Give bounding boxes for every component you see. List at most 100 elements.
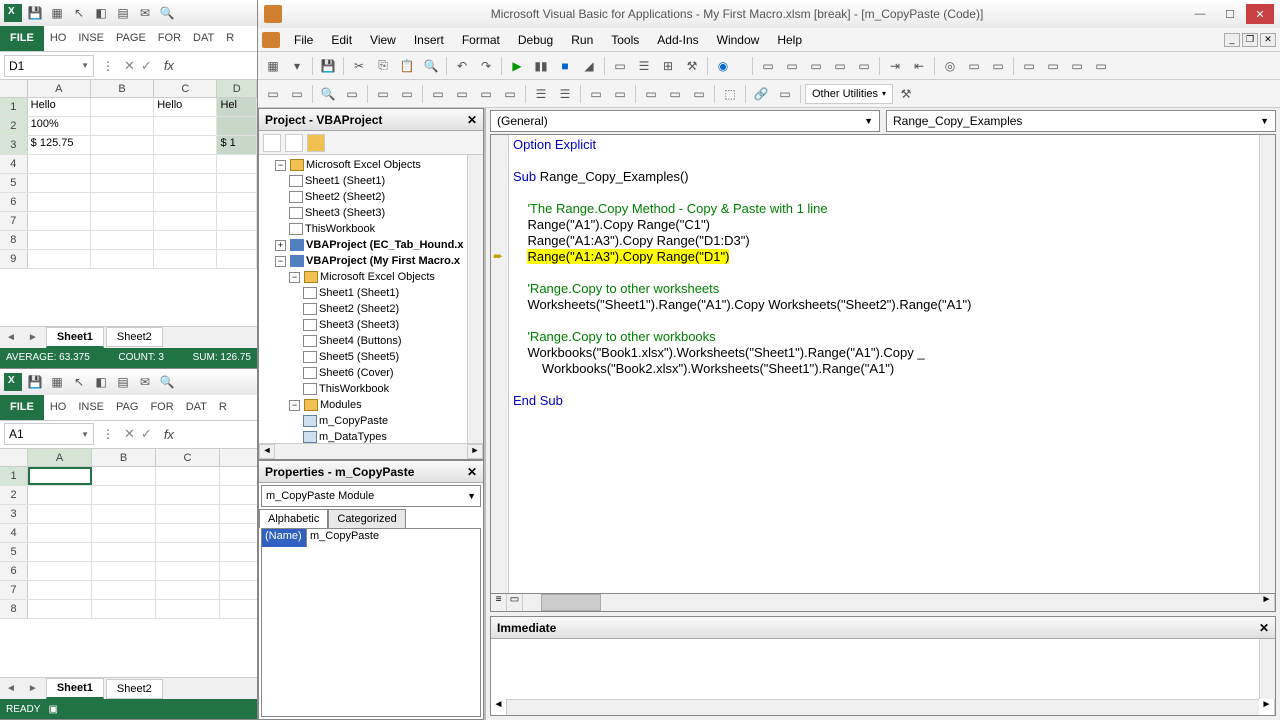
menu-file[interactable]: File <box>286 30 321 50</box>
cell[interactable]: $ 1 <box>217 136 257 154</box>
cursor-icon[interactable]: ↖ <box>70 373 88 391</box>
tool-icon[interactable]: 🔗 <box>750 83 772 105</box>
tool-icon[interactable]: ▭ <box>829 55 851 77</box>
tool-icon[interactable]: ▭ <box>1090 55 1112 77</box>
cell[interactable] <box>156 600 220 618</box>
cell[interactable] <box>28 155 91 173</box>
tool-icon[interactable]: ▭ <box>688 83 710 105</box>
cell[interactable] <box>28 543 92 561</box>
cell[interactable] <box>28 524 92 542</box>
chevron-down-icon[interactable]: ▼ <box>864 116 873 126</box>
tool-icon[interactable]: 🔍 <box>317 83 339 105</box>
sheet-tab-sheet2[interactable]: Sheet2 <box>106 679 163 699</box>
col-header-b[interactable]: B <box>91 80 154 97</box>
menu-run[interactable]: Run <box>563 30 601 50</box>
cell[interactable] <box>217 117 257 135</box>
chevron-down-icon[interactable]: ▼ <box>1260 116 1269 126</box>
cell[interactable] <box>92 524 156 542</box>
cell[interactable] <box>154 174 217 192</box>
view-code-icon[interactable] <box>263 134 281 152</box>
row-header[interactable]: 2 <box>0 486 28 504</box>
cell[interactable] <box>217 212 257 230</box>
chevron-down-icon[interactable]: ▼ <box>81 430 89 439</box>
sheet-nav-next[interactable]: ► <box>22 683 44 694</box>
cell[interactable] <box>91 212 154 230</box>
select-all-corner[interactable] <box>0 80 28 97</box>
menu-debug[interactable]: Debug <box>510 30 561 50</box>
col-header-a[interactable]: A <box>28 80 91 97</box>
tool-icon[interactable]: ▭ <box>585 83 607 105</box>
worksheet-grid[interactable]: A B C 12345678 <box>0 449 257 677</box>
ribbon-tab-formulas[interactable]: FOR <box>152 26 187 51</box>
tree-label[interactable]: Sheet3 (Sheet3) <box>305 205 385 221</box>
fx-icon[interactable]: fx <box>158 58 180 73</box>
help-icon[interactable]: ◉ <box>712 55 734 77</box>
cell[interactable] <box>91 136 154 154</box>
collapse-icon[interactable]: − <box>275 256 286 267</box>
horizontal-scrollbar[interactable] <box>523 594 1259 611</box>
other-utilities-dropdown[interactable]: Other Utilities ▾ <box>805 84 893 104</box>
tree-label[interactable]: Sheet5 (Sheet5) <box>319 349 399 365</box>
cell[interactable]: $ 125.75 <box>28 136 91 154</box>
cell[interactable] <box>154 136 217 154</box>
cell[interactable] <box>154 250 217 268</box>
row-header[interactable]: 1 <box>0 98 28 116</box>
tool-icon[interactable]: ⚒ <box>895 83 917 105</box>
table-icon[interactable]: ▤ <box>114 373 132 391</box>
tree-label[interactable]: Sheet6 (Cover) <box>319 365 394 381</box>
toolbox-icon[interactable]: ⚒ <box>681 55 703 77</box>
cell[interactable] <box>156 505 220 523</box>
row-header[interactable]: 3 <box>0 505 28 523</box>
tree-label[interactable]: Modules <box>320 397 362 413</box>
cell[interactable] <box>217 193 257 211</box>
close-icon[interactable]: ✕ <box>467 113 477 127</box>
tool-icon[interactable]: ▭ <box>499 83 521 105</box>
immediate-input[interactable] <box>491 639 1259 699</box>
cell[interactable] <box>91 250 154 268</box>
tree-label[interactable]: ThisWorkbook <box>305 221 375 237</box>
worksheet-grid[interactable]: A B C D 1HelloHelloHel2100%3$ 125.75$ 14… <box>0 80 257 326</box>
tree-label[interactable]: VBAProject (My First Macro.x <box>306 253 460 269</box>
list-icon[interactable]: ☰ <box>554 83 576 105</box>
menu-view[interactable]: View <box>362 30 404 50</box>
toggle-folders-icon[interactable] <box>307 134 325 152</box>
tool-icon[interactable]: ▭ <box>805 55 827 77</box>
sheet-nav-prev[interactable]: ◄ <box>0 683 22 694</box>
tool-icon[interactable]: ▭ <box>451 83 473 105</box>
cancel-icon[interactable]: ✕ <box>124 426 135 442</box>
sheet-nav-next[interactable]: ► <box>22 332 44 343</box>
cell[interactable] <box>28 250 91 268</box>
collapse-icon[interactable]: − <box>289 272 300 283</box>
cell[interactable] <box>154 193 217 211</box>
shape-icon[interactable]: ◧ <box>92 4 110 22</box>
row-header[interactable]: 4 <box>0 155 28 173</box>
menu-edit[interactable]: Edit <box>323 30 360 50</box>
sheet-tab-sheet2[interactable]: Sheet2 <box>106 327 163 347</box>
sheet-tab-sheet1[interactable]: Sheet1 <box>46 327 104 348</box>
tool-icon[interactable]: ▭ <box>475 83 497 105</box>
cell[interactable] <box>91 155 154 173</box>
enter-icon[interactable]: ✓ <box>141 58 152 74</box>
redo-icon[interactable]: ↷ <box>475 55 497 77</box>
insert-icon[interactable]: ▾ <box>286 55 308 77</box>
menu-format[interactable]: Format <box>454 30 508 50</box>
reset-icon[interactable]: ■ <box>554 55 576 77</box>
fx-icon[interactable]: fx <box>158 427 180 442</box>
row-header[interactable]: 8 <box>0 231 28 249</box>
tool-icon[interactable]: ▭ <box>640 83 662 105</box>
cell[interactable] <box>156 581 220 599</box>
enter-icon[interactable]: ✓ <box>141 426 152 442</box>
paste-icon[interactable]: 📋 <box>396 55 418 77</box>
cell[interactable] <box>217 174 257 192</box>
tool-icon[interactable]: ▭ <box>262 83 284 105</box>
ribbon-tab-formulas[interactable]: FOR <box>144 395 179 420</box>
cell[interactable]: 100% <box>28 117 91 135</box>
object-combo[interactable]: m_CopyPaste Module▼ <box>261 485 481 507</box>
tool-icon[interactable]: ▭ <box>963 55 985 77</box>
chevron-down-icon[interactable]: ▼ <box>467 491 476 501</box>
project-explorer-icon[interactable]: ▭ <box>609 55 631 77</box>
cell[interactable] <box>156 486 220 504</box>
cell[interactable] <box>91 117 154 135</box>
tree-label[interactable]: m_DataTypes <box>319 429 387 443</box>
tab-categorized[interactable]: Categorized <box>328 509 405 528</box>
